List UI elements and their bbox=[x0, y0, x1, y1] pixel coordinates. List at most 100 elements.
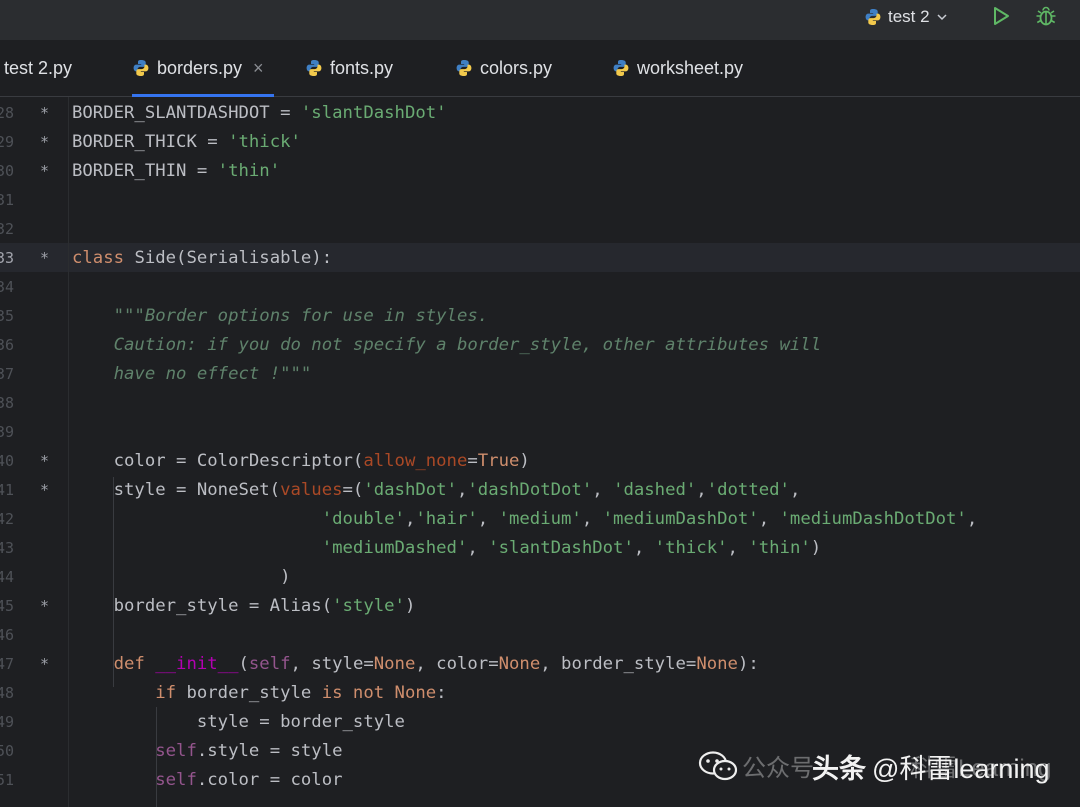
code-line[interactable]: style = NoneSet(values=('dashDot','dashD… bbox=[72, 476, 801, 505]
code-line[interactable]: ) bbox=[72, 563, 291, 592]
code-line[interactable]: BORDER_SLANTDASHDOT = 'slantDashDot' bbox=[72, 99, 447, 128]
code-token: , bbox=[404, 509, 416, 529]
code-line[interactable]: self.color = color bbox=[72, 766, 343, 795]
code-token: , bbox=[696, 480, 707, 500]
gutter-marker[interactable]: * bbox=[40, 157, 52, 186]
code-line[interactable]: border_style = Alias('style') bbox=[72, 592, 416, 621]
code-token: True bbox=[477, 451, 520, 471]
watermark-handle: @科雷learning bbox=[872, 753, 1050, 784]
code-line[interactable]: color = ColorDescriptor(allow_none=True) bbox=[72, 447, 530, 476]
python-file-icon bbox=[133, 60, 149, 76]
code-token: if bbox=[155, 683, 187, 703]
code-line[interactable]: have no effect !""" bbox=[72, 360, 312, 389]
code-token: 'hair' bbox=[415, 509, 478, 529]
code-line[interactable]: BORDER_THIN = 'thin' bbox=[72, 157, 280, 186]
code-token: Caution: if you do not specify a border_… bbox=[113, 335, 822, 355]
code-token: 'dashed' bbox=[613, 480, 697, 500]
code-token: .color = color bbox=[196, 770, 343, 790]
line-number: 32 bbox=[0, 220, 14, 238]
gutter-marker[interactable]: * bbox=[40, 476, 52, 505]
gutter-separator bbox=[68, 97, 69, 807]
code-token: ( bbox=[238, 654, 249, 674]
watermark: 头条 @科雷learning bbox=[698, 746, 1049, 786]
line-number: 31 bbox=[0, 191, 14, 209]
code-line[interactable]: def __init__(self, style=None, color=Non… bbox=[72, 650, 759, 679]
tab-worksheet[interactable]: worksheet.py bbox=[612, 40, 743, 96]
code-token: , bbox=[758, 509, 780, 529]
code-token: BORDER_THICK = bbox=[72, 132, 229, 152]
code-token: =( bbox=[342, 480, 364, 500]
code-token: ) bbox=[810, 538, 822, 558]
tab-label: fonts.py bbox=[330, 57, 394, 78]
code-token: , bbox=[966, 509, 978, 529]
code-token: : bbox=[436, 683, 447, 703]
debug-icon[interactable] bbox=[1034, 4, 1058, 28]
tab-test-2[interactable]: test 2.py bbox=[4, 40, 72, 96]
close-tab-icon[interactable]: × bbox=[253, 58, 264, 79]
code-token: __init__ bbox=[155, 654, 239, 674]
code-token: ): bbox=[737, 654, 759, 674]
tab-label: colors.py bbox=[480, 57, 553, 78]
gutter-marker[interactable]: * bbox=[40, 650, 52, 679]
tab-fonts[interactable]: fonts.py bbox=[305, 40, 393, 96]
code-token: , bbox=[456, 480, 468, 500]
python-file-icon bbox=[456, 60, 472, 76]
code-token: None bbox=[696, 654, 738, 674]
tab-borders[interactable]: borders.py × bbox=[132, 40, 274, 97]
code-token: = bbox=[467, 451, 478, 471]
gutter-marker[interactable]: * bbox=[40, 447, 52, 476]
code-token: 'mediumDashDotDot' bbox=[779, 509, 967, 529]
code-line[interactable]: self.style = style bbox=[72, 737, 342, 766]
code-token: , style= bbox=[290, 654, 374, 674]
run-icon[interactable] bbox=[990, 5, 1012, 27]
code-token: ) bbox=[519, 451, 530, 471]
code-line[interactable]: class Side(Serialisable): bbox=[72, 244, 332, 273]
line-number: 39 bbox=[0, 423, 14, 441]
code-line[interactable]: style = border_style bbox=[72, 708, 405, 737]
tab-label: worksheet.py bbox=[637, 57, 744, 78]
gutter-marker[interactable]: * bbox=[40, 99, 52, 128]
tab-label: test 2.py bbox=[4, 57, 73, 78]
code-token: 'thick' bbox=[654, 538, 728, 558]
python-file-icon bbox=[613, 60, 629, 76]
code-token: class bbox=[72, 248, 135, 268]
line-number: 47 bbox=[0, 655, 14, 673]
main-toolbar: test 2 bbox=[0, 0, 1080, 40]
gutter-marker[interactable]: * bbox=[40, 244, 52, 273]
code-token: self bbox=[155, 741, 197, 761]
chevron-down-icon bbox=[937, 14, 947, 21]
code-token: 'style' bbox=[332, 596, 405, 616]
code-token: , bbox=[581, 509, 603, 529]
code-token: 'mediumDashed' bbox=[321, 538, 468, 558]
python-file-icon bbox=[306, 60, 322, 76]
code-line[interactable]: 'double','hair', 'medium', 'mediumDashDo… bbox=[72, 505, 978, 534]
line-number: 29 bbox=[0, 133, 14, 151]
code-editor[interactable]: 28 * BORDER_SLANTDASHDOT = 'slantDashDot' 2… bbox=[0, 97, 1080, 807]
code-token: , bbox=[633, 538, 655, 558]
code-token: 'dotted' bbox=[706, 480, 790, 500]
code-token: border_style bbox=[186, 683, 322, 703]
tab-colors[interactable]: colors.py bbox=[455, 40, 552, 96]
code-line[interactable]: BORDER_THICK = 'thick' bbox=[72, 128, 301, 157]
gutter-marker[interactable]: * bbox=[40, 592, 52, 621]
code-line[interactable]: """Border options for use in styles. bbox=[72, 302, 489, 331]
code-token: have no effect !""" bbox=[113, 364, 312, 384]
run-configuration-selector[interactable]: test 2 bbox=[864, 4, 948, 30]
gutter-marker[interactable]: * bbox=[40, 128, 52, 157]
code-token: 'slantDashDot' bbox=[300, 103, 447, 123]
code-token: , color= bbox=[415, 654, 499, 674]
code-token: , bbox=[467, 538, 489, 558]
line-number: 44 bbox=[0, 568, 14, 586]
code-token: ) bbox=[72, 567, 291, 587]
code-line[interactable]: if border_style is not None: bbox=[72, 679, 447, 708]
line-number: 30 bbox=[0, 162, 14, 180]
line-number: 48 bbox=[0, 684, 14, 702]
code-token: style = border_style bbox=[72, 712, 405, 732]
code-line[interactable]: 'mediumDashed', 'slantDashDot', 'thick',… bbox=[72, 534, 821, 563]
code-line[interactable]: Caution: if you do not specify a border_… bbox=[72, 331, 822, 360]
line-number: 33 bbox=[0, 249, 14, 267]
